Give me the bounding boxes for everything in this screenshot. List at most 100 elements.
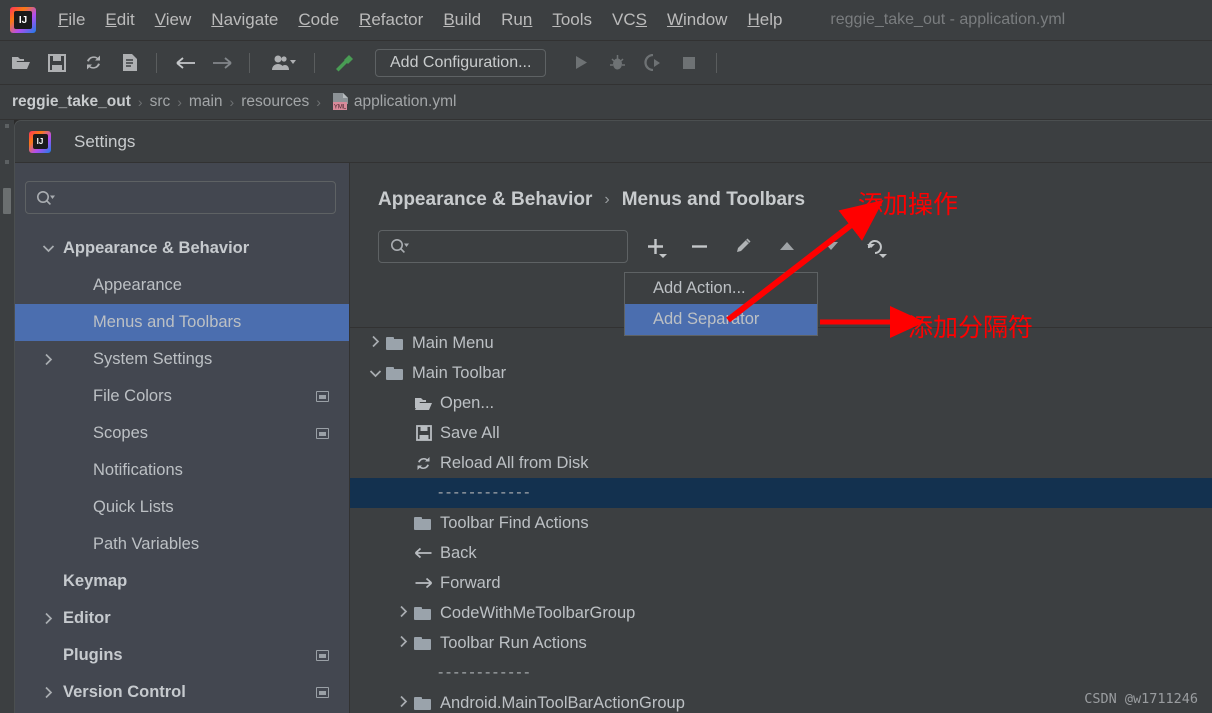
sidebar-item-appearance[interactable]: Appearance bbox=[15, 267, 349, 304]
sidebar-item-appearance-behavior[interactable]: Appearance & Behavior bbox=[15, 230, 349, 267]
tree-row[interactable]: Main Toolbar bbox=[350, 358, 1212, 388]
sidebar-search-field[interactable] bbox=[61, 189, 291, 206]
menu-edit[interactable]: Edit bbox=[95, 8, 144, 32]
sidebar-item-keymap[interactable]: Keymap bbox=[15, 563, 349, 600]
commit-icon[interactable] bbox=[114, 48, 144, 78]
tree-row[interactable]: Forward bbox=[350, 568, 1212, 598]
chevron-right-icon[interactable] bbox=[392, 695, 414, 711]
tree-item-label: Reload All from Disk bbox=[440, 453, 589, 472]
menu-item-add-action[interactable]: Add Action... bbox=[625, 273, 817, 304]
menu-refactor[interactable]: Refactor bbox=[349, 8, 433, 32]
move-up-button[interactable] bbox=[770, 231, 804, 261]
tree-row[interactable]: Reload All from Disk bbox=[350, 448, 1212, 478]
sidebar-item-path-variables[interactable]: Path Variables bbox=[15, 526, 349, 563]
tree-item-label: ------------ bbox=[438, 484, 532, 501]
sidebar-item-label: Plugins bbox=[63, 646, 123, 664]
save-icon[interactable] bbox=[42, 48, 72, 78]
move-down-button[interactable] bbox=[814, 231, 848, 261]
sidebar-item-notifications[interactable]: Notifications bbox=[15, 452, 349, 489]
chevron-right-icon[interactable] bbox=[392, 635, 414, 651]
sidebar-item-file-colors[interactable]: File Colors bbox=[15, 378, 349, 415]
breadcrumb-project[interactable]: reggie_take_out bbox=[12, 93, 131, 111]
user-group-icon[interactable] bbox=[264, 48, 302, 78]
menu-vcs[interactable]: VCS bbox=[602, 8, 657, 32]
menu-help[interactable]: Help bbox=[737, 8, 792, 32]
sidebar-item-label: Notifications bbox=[93, 461, 183, 479]
add-configuration-button[interactable]: Add Configuration... bbox=[375, 48, 547, 77]
tree-row[interactable]: Toolbar Run Actions bbox=[350, 628, 1212, 658]
menu-view[interactable]: View bbox=[145, 8, 202, 32]
sidebar-item-quick-lists[interactable]: Quick Lists bbox=[15, 489, 349, 526]
tree-row[interactable]: Toolbar Find Actions bbox=[350, 508, 1212, 538]
tree-row[interactable]: CodeWithMeToolbarGroup bbox=[350, 598, 1212, 628]
chevron-down-icon bbox=[879, 254, 887, 258]
remove-button[interactable] bbox=[682, 231, 716, 261]
sidebar-search-input[interactable] bbox=[25, 181, 336, 214]
menu-tools[interactable]: Tools bbox=[542, 8, 602, 32]
menu-build[interactable]: Build bbox=[433, 8, 491, 32]
page-title: Menus and Toolbars bbox=[621, 189, 806, 210]
breadcrumb-main[interactable]: main bbox=[189, 93, 223, 111]
tree-row[interactable]: Back bbox=[350, 538, 1212, 568]
debug-icon[interactable] bbox=[602, 48, 632, 78]
run-icon[interactable] bbox=[566, 48, 596, 78]
sidebar-item-menus-and-toolbars[interactable]: Menus and Toolbars bbox=[15, 304, 349, 341]
breadcrumb-resources[interactable]: resources bbox=[241, 93, 309, 111]
edit-pencil-button[interactable] bbox=[726, 231, 760, 261]
tree-row[interactable]: Open... bbox=[350, 388, 1212, 418]
svg-text:YML: YML bbox=[334, 105, 347, 111]
toolbar-divider-3 bbox=[314, 52, 315, 73]
stop-icon[interactable] bbox=[674, 48, 704, 78]
tree-separator-row[interactable]: ------------ bbox=[350, 658, 1212, 688]
chevron-right-icon[interactable] bbox=[41, 353, 55, 366]
tree-separator-row[interactable]: ------------ bbox=[350, 478, 1212, 508]
sidebar-item-version-control[interactable]: Version Control bbox=[15, 674, 349, 711]
sidebar-item-editor[interactable]: Editor bbox=[15, 600, 349, 637]
sidebar-item-plugins[interactable]: Plugins bbox=[15, 637, 349, 674]
build-hammer-icon[interactable] bbox=[329, 48, 359, 78]
sidebar-item-scopes[interactable]: Scopes bbox=[15, 415, 349, 452]
menu-code[interactable]: Code bbox=[288, 8, 349, 32]
menu-window[interactable]: Window bbox=[657, 8, 737, 32]
toolbar-tree: Main Menu Main Toolbar Open... Save All Relo… bbox=[350, 327, 1212, 713]
forward-arrow-icon[interactable] bbox=[207, 48, 237, 78]
chevron-right-icon[interactable] bbox=[392, 605, 414, 621]
breadcrumb-file[interactable]: application.yml bbox=[354, 93, 457, 111]
menu-item-add-separator[interactable]: Add Separator bbox=[625, 304, 817, 335]
tree-row[interactable]: Save All bbox=[350, 418, 1212, 448]
chevron-down-icon[interactable] bbox=[41, 244, 55, 253]
tree-search-input[interactable] bbox=[378, 229, 628, 263]
settings-sidebar: Appearance & Behavior Appearance Menus and… bbox=[15, 163, 350, 713]
add-button[interactable] bbox=[638, 231, 672, 261]
toolbar-divider-2 bbox=[249, 52, 250, 73]
ide-toolbar: Add Configuration... bbox=[0, 41, 1212, 85]
back-arrow-icon[interactable] bbox=[171, 48, 201, 78]
project-level-setting-icon bbox=[316, 687, 329, 698]
chevron-right-icon[interactable] bbox=[364, 335, 386, 351]
folder-icon bbox=[386, 336, 403, 350]
menu-run[interactable]: Run bbox=[491, 8, 542, 32]
folder-icon bbox=[386, 366, 403, 380]
breadcrumb-separator: › bbox=[177, 94, 182, 110]
file-breadcrumb: reggie_take_out › src › main › resources… bbox=[0, 85, 1212, 120]
settings-category-list: Appearance & Behavior Appearance Menus and… bbox=[15, 230, 349, 711]
project-level-setting-icon bbox=[316, 650, 329, 661]
breadcrumb-separator: › bbox=[137, 94, 143, 110]
restore-button[interactable] bbox=[858, 231, 892, 261]
sidebar-item-system-settings[interactable]: System Settings bbox=[15, 341, 349, 378]
breadcrumb-src[interactable]: src bbox=[150, 93, 171, 111]
chevron-right-icon[interactable] bbox=[41, 612, 55, 625]
chevron-right-icon[interactable] bbox=[41, 686, 55, 699]
annotation-add-action: 添加操作 bbox=[858, 190, 959, 219]
sync-icon[interactable] bbox=[78, 48, 108, 78]
tree-item-label: Back bbox=[440, 543, 477, 562]
tree-row[interactable]: Android.MainToolBarActionGroup bbox=[350, 688, 1212, 713]
tool-window-stripe-button[interactable] bbox=[3, 188, 11, 214]
tree-item-label: Forward bbox=[440, 573, 501, 592]
run-coverage-icon[interactable] bbox=[638, 48, 668, 78]
menu-file[interactable]: File bbox=[48, 8, 95, 32]
tree-search-field[interactable] bbox=[415, 237, 610, 255]
menu-navigate[interactable]: Navigate bbox=[201, 8, 288, 32]
open-folder-icon[interactable] bbox=[6, 48, 36, 78]
chevron-down-icon[interactable] bbox=[364, 366, 386, 381]
